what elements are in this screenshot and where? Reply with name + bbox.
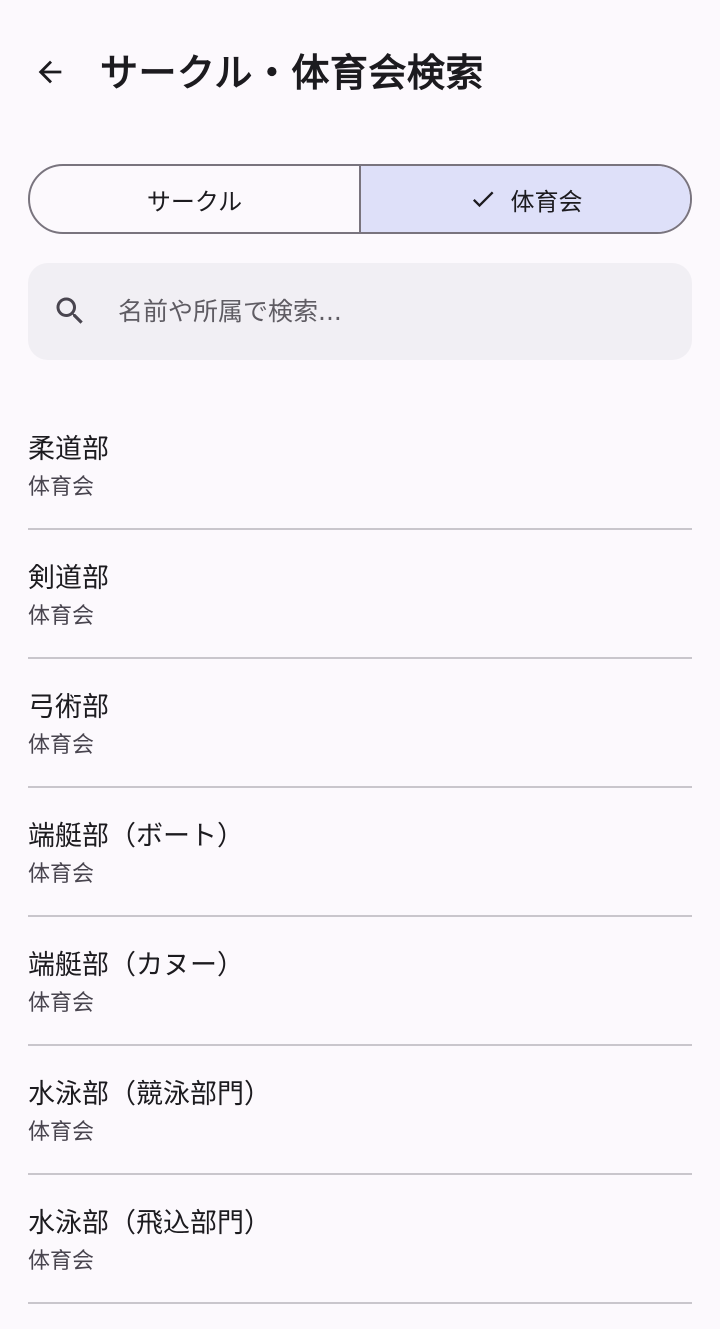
club-name: 水泳部（競泳部門） [28,1079,271,1110]
search-input[interactable] [118,283,658,339]
segment-circle[interactable]: サークル [30,166,359,232]
club-name: 弓術部 [28,692,109,723]
check-icon [472,191,493,208]
search-bar [28,263,692,360]
list-item[interactable]: 水泳部（飛込部門） 体育会 [28,1175,692,1304]
list-item[interactable]: 柔道部 体育会 [28,401,692,530]
club-name: 端艇部（カヌー） [28,950,244,981]
club-category: 体育会 [28,733,95,758]
club-name: 柔道部 [28,434,109,465]
list-item[interactable]: 端艇部（ボート） 体育会 [28,788,692,917]
back-button[interactable] [22,44,78,100]
club-category: 体育会 [28,1249,95,1274]
club-category: 体育会 [28,475,95,500]
club-name: 剣道部 [28,563,109,594]
list-item[interactable]: 端艇部（カヌー） 体育会 [28,917,692,1046]
arrow-back-icon [38,60,62,84]
club-category: 体育会 [28,1120,95,1145]
segment-sports[interactable]: 体育会 [359,166,690,232]
category-segmented-button: サークル 体育会 [28,164,692,234]
club-category: 体育会 [28,604,95,629]
page-title: サークル・体育会検索 [100,51,484,95]
club-name: 端艇部（ボート） [28,821,244,852]
segment-sports-label: 体育会 [510,187,583,216]
top-app-bar: サークル・体育会検索 [0,0,720,148]
list-item[interactable]: 水泳部（競泳部門） 体育会 [28,1046,692,1175]
segment-circle-label: サークル [146,187,243,216]
club-category: 体育会 [28,991,95,1016]
club-name: 水泳部（飛込部門） [28,1208,271,1239]
search-icon [56,297,83,324]
list-item[interactable]: 剣道部 体育会 [28,530,692,659]
list-item[interactable]: 弓術部 体育会 [28,659,692,788]
club-category: 体育会 [28,862,95,887]
results-list: 柔道部 体育会 剣道部 体育会 弓術部 体育会 端艇部（ボート） 体育会 端艇部… [28,401,692,1304]
